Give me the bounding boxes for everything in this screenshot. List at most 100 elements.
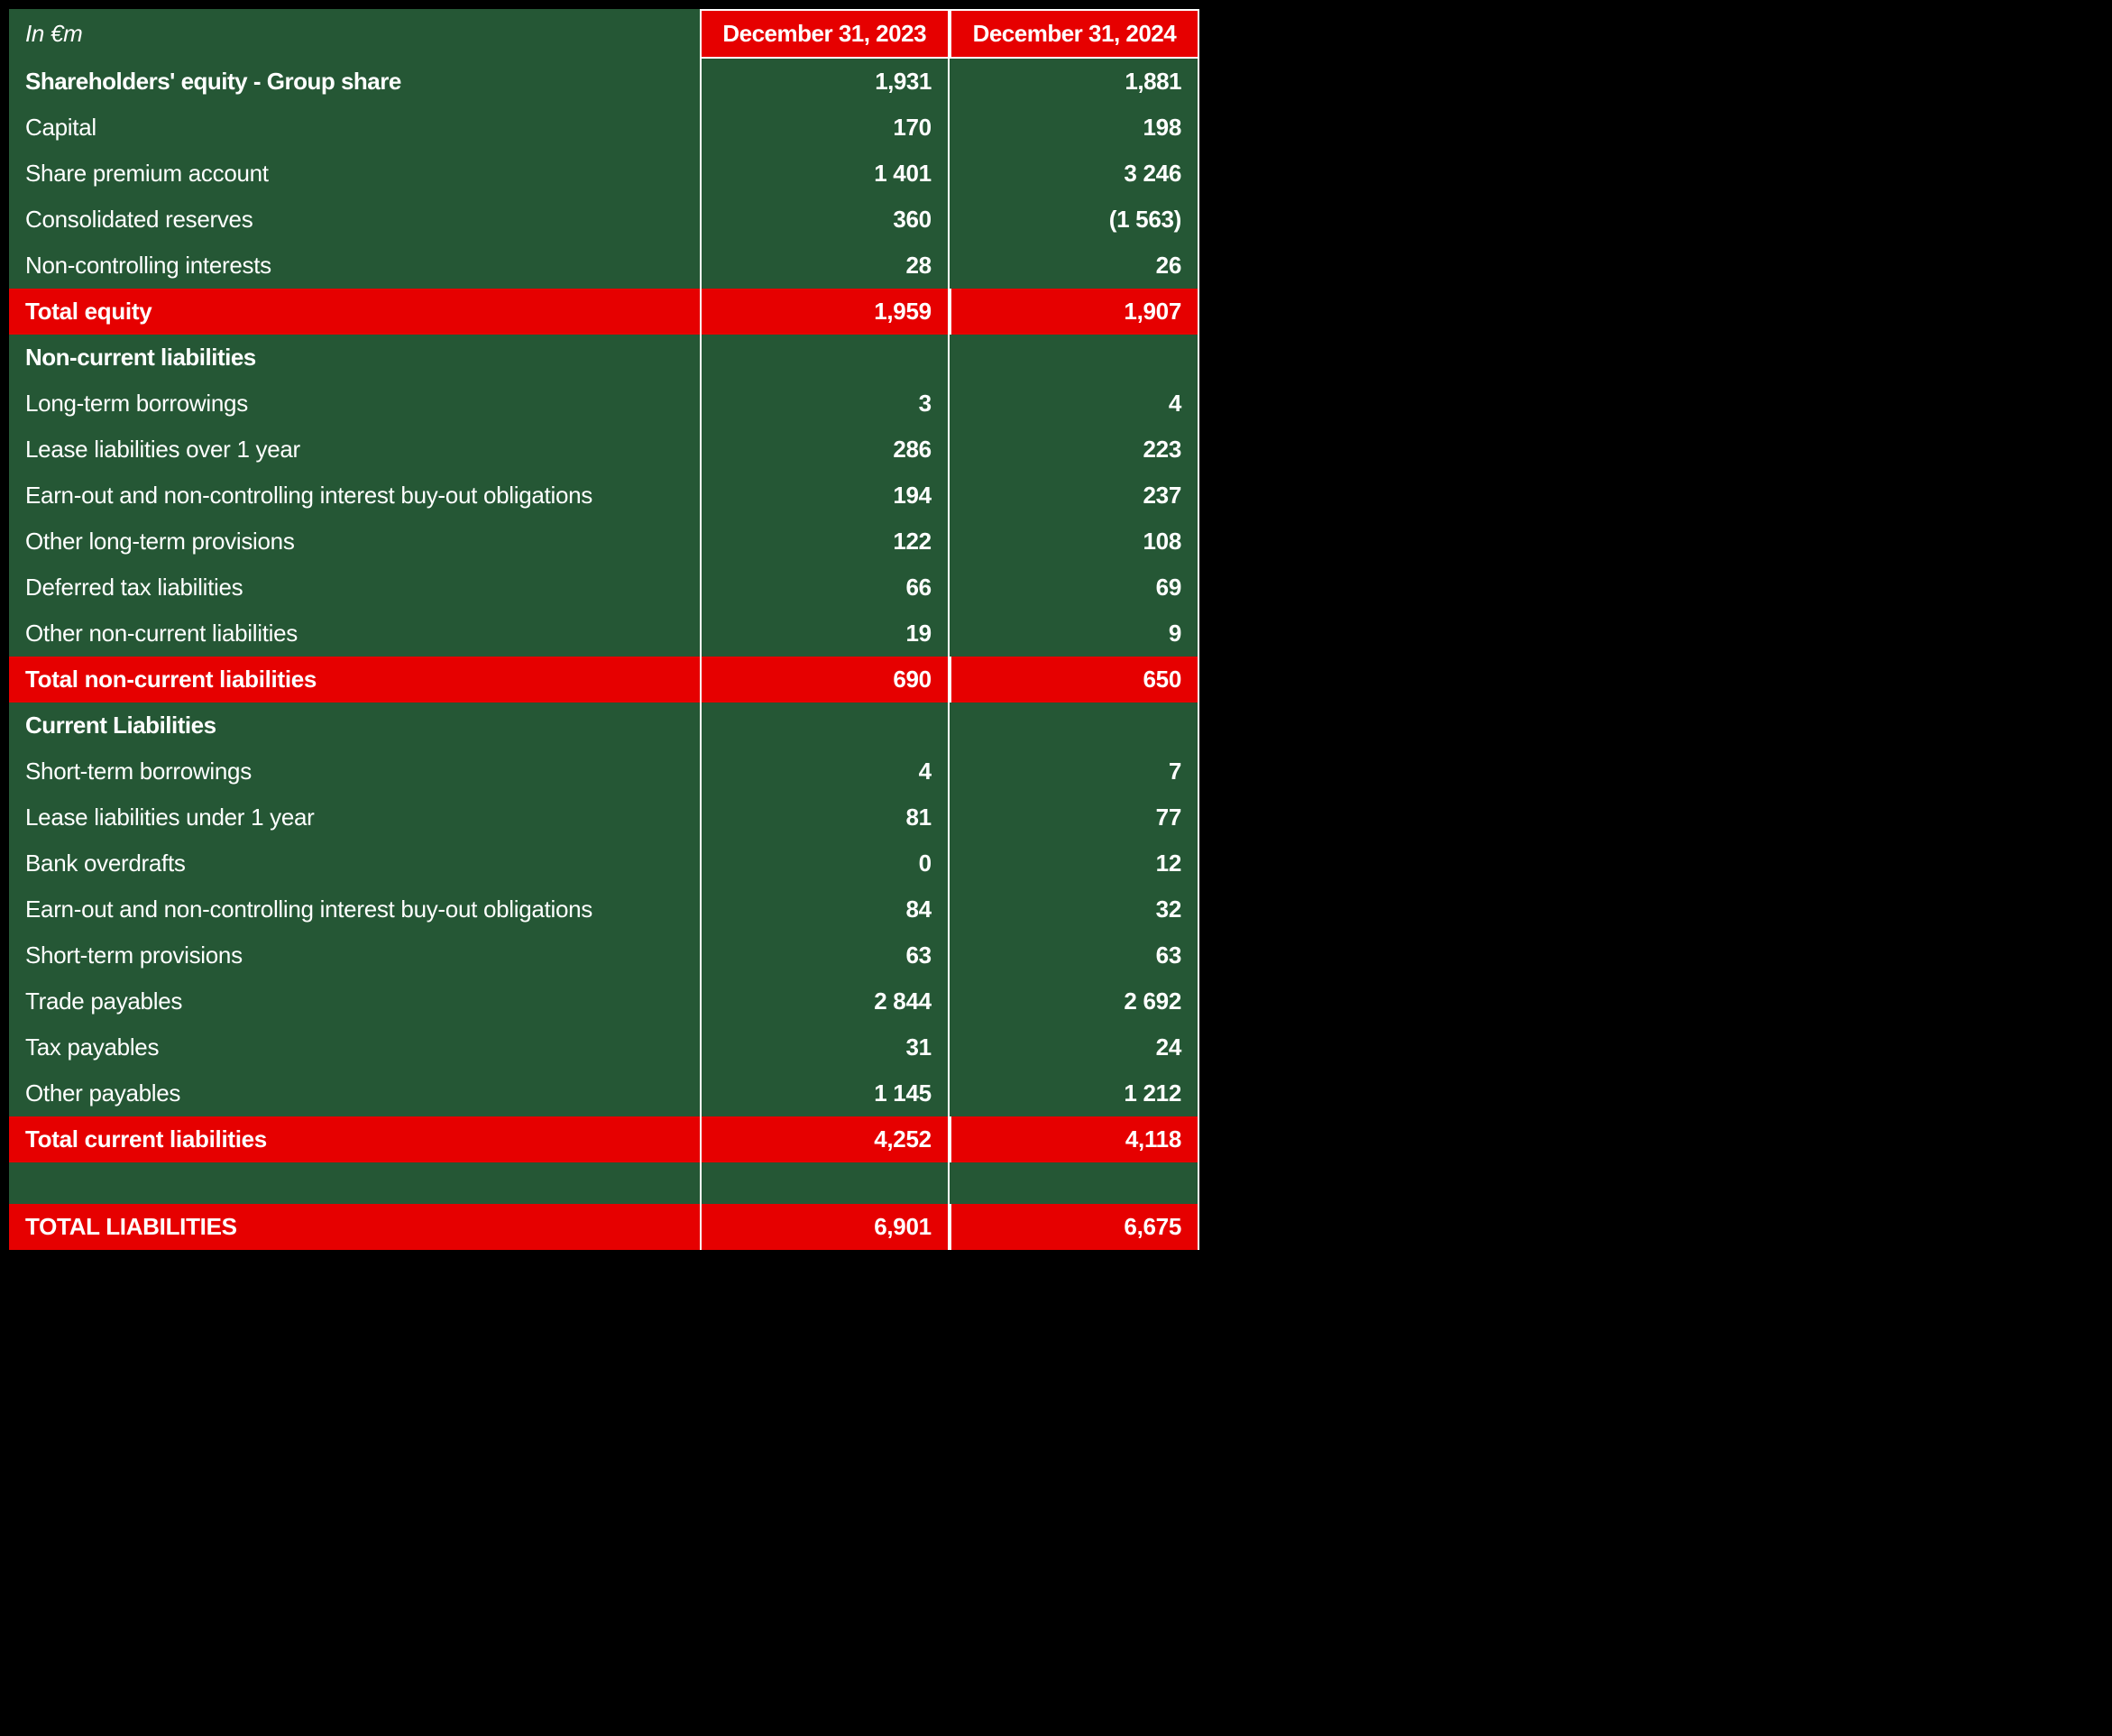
row-value-2024: 1,881 [950,59,1199,105]
table-row: Bank overdrafts012 [9,840,1199,886]
row-label: Total equity [9,289,700,335]
row-value-2023: 0 [700,840,950,886]
row-value-2024: 2 692 [950,978,1199,1024]
row-value-2024: 32 [950,886,1199,932]
row-label: Non-controlling interests [9,243,700,289]
row-label: Lease liabilities over 1 year [9,427,700,473]
row-value-2024: 3 246 [950,151,1199,197]
row-label: TOTAL LIABILITIES [9,1204,700,1250]
row-value-2024: 198 [950,105,1199,151]
row-value-2024: 237 [950,473,1199,519]
table-row: Lease liabilities under 1 year8177 [9,795,1199,840]
table-row: Earn-out and non-controlling interest bu… [9,473,1199,519]
row-label: Earn-out and non-controlling interest bu… [9,473,700,519]
financial-table: In €m December 31, 2023 December 31, 202… [9,9,1199,1250]
row-label: Tax payables [9,1024,700,1070]
row-value-2024: 108 [950,519,1199,565]
row-label: Long-term borrowings [9,381,700,427]
financial-table-container: In €m December 31, 2023 December 31, 202… [9,9,1199,1250]
table-row: Capital170198 [9,105,1199,151]
row-value-2023: 4 [700,749,950,795]
row-label: Short-term provisions [9,932,700,978]
table-row: Earn-out and non-controlling interest bu… [9,886,1199,932]
row-value-2024: 1 212 [950,1070,1199,1116]
row-value-2024: 223 [950,427,1199,473]
table-row: Short-term provisions6363 [9,932,1199,978]
row-label: Capital [9,105,700,151]
row-value-2023: 2 844 [700,978,950,1024]
row-label: Total non-current liabilities [9,657,700,703]
row-value-2023: 122 [700,519,950,565]
table-row: Deferred tax liabilities6669 [9,565,1199,611]
row-value-2024 [950,1162,1199,1204]
row-value-2024 [950,335,1199,381]
table-row: Long-term borrowings34 [9,381,1199,427]
row-value-2023 [700,703,950,749]
row-value-2023: 3 [700,381,950,427]
row-value-2024: (1 563) [950,197,1199,243]
table-header-row: In €m December 31, 2023 December 31, 202… [9,9,1199,59]
row-label: Trade payables [9,978,700,1024]
row-value-2023: 66 [700,565,950,611]
table-row: Non-controlling interests2826 [9,243,1199,289]
row-label: Lease liabilities under 1 year [9,795,700,840]
row-value-2023: 31 [700,1024,950,1070]
row-label: Other long-term provisions [9,519,700,565]
row-value-2023 [700,1162,950,1204]
row-value-2023: 690 [700,657,950,703]
table-row: Shareholders' equity - Group share1,9311… [9,59,1199,105]
row-value-2023: 19 [700,611,950,657]
row-value-2023 [700,335,950,381]
row-value-2023: 63 [700,932,950,978]
row-value-2024: 26 [950,243,1199,289]
row-value-2024: 650 [950,657,1199,703]
row-value-2023: 286 [700,427,950,473]
row-value-2023: 28 [700,243,950,289]
row-label: Total current liabilities [9,1116,700,1162]
row-value-2023: 360 [700,197,950,243]
row-value-2023: 1 145 [700,1070,950,1116]
row-value-2023: 4,252 [700,1116,950,1162]
row-value-2024: 4,118 [950,1116,1199,1162]
table-row: Non-current liabilities [9,335,1199,381]
row-value-2023: 1 401 [700,151,950,197]
row-label [9,1162,700,1204]
table-row: Other long-term provisions122108 [9,519,1199,565]
table-row: TOTAL LIABILITIES6,9016,675 [9,1204,1199,1250]
row-value-2023: 1,959 [700,289,950,335]
row-label: Deferred tax liabilities [9,565,700,611]
table-body: Shareholders' equity - Group share1,9311… [9,59,1199,1250]
row-label: Consolidated reserves [9,197,700,243]
row-value-2023: 6,901 [700,1204,950,1250]
row-value-2023: 81 [700,795,950,840]
row-value-2024: 24 [950,1024,1199,1070]
table-row: Total current liabilities4,2524,118 [9,1116,1199,1162]
table-row: Other non-current liabilities199 [9,611,1199,657]
row-value-2024: 77 [950,795,1199,840]
row-label: Short-term borrowings [9,749,700,795]
row-value-2024 [950,703,1199,749]
table-row: Total equity1,9591,907 [9,289,1199,335]
row-value-2023: 84 [700,886,950,932]
row-value-2024: 12 [950,840,1199,886]
row-value-2024: 7 [950,749,1199,795]
header-col-2023: December 31, 2023 [700,9,950,59]
table-row: Short-term borrowings47 [9,749,1199,795]
row-label: Non-current liabilities [9,335,700,381]
row-value-2023: 1,931 [700,59,950,105]
row-label: Other payables [9,1070,700,1116]
table-row: Total non-current liabilities690650 [9,657,1199,703]
table-row: Lease liabilities over 1 year286223 [9,427,1199,473]
row-value-2023: 170 [700,105,950,151]
row-label: Earn-out and non-controlling interest bu… [9,886,700,932]
row-value-2024: 9 [950,611,1199,657]
row-value-2024: 1,907 [950,289,1199,335]
row-label: Other non-current liabilities [9,611,700,657]
row-value-2023: 194 [700,473,950,519]
header-col-2024: December 31, 2024 [950,9,1199,59]
row-value-2024: 69 [950,565,1199,611]
row-label: Current Liabilities [9,703,700,749]
row-value-2024: 4 [950,381,1199,427]
table-row: Other payables1 1451 212 [9,1070,1199,1116]
header-unit-label: In €m [9,9,700,59]
